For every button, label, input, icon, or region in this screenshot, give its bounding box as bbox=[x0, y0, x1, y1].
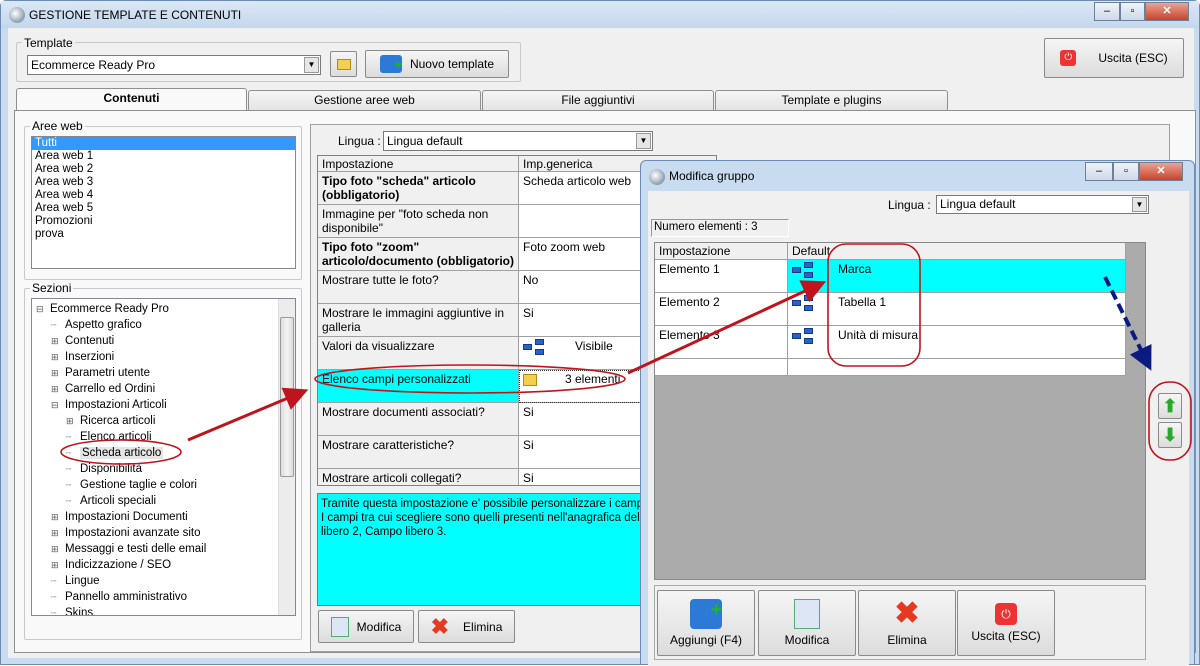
annotation-arrow bbox=[187, 387, 309, 442]
highlight-ellipse bbox=[60, 439, 182, 465]
highlight-rect bbox=[1148, 381, 1192, 461]
annotation-arrow-blue bbox=[1103, 276, 1152, 371]
highlight-ellipse bbox=[314, 364, 626, 394]
annotation-overlay bbox=[60, 243, 1192, 465]
highlight-rect bbox=[827, 243, 921, 367]
annotation-arrow bbox=[627, 280, 827, 375]
